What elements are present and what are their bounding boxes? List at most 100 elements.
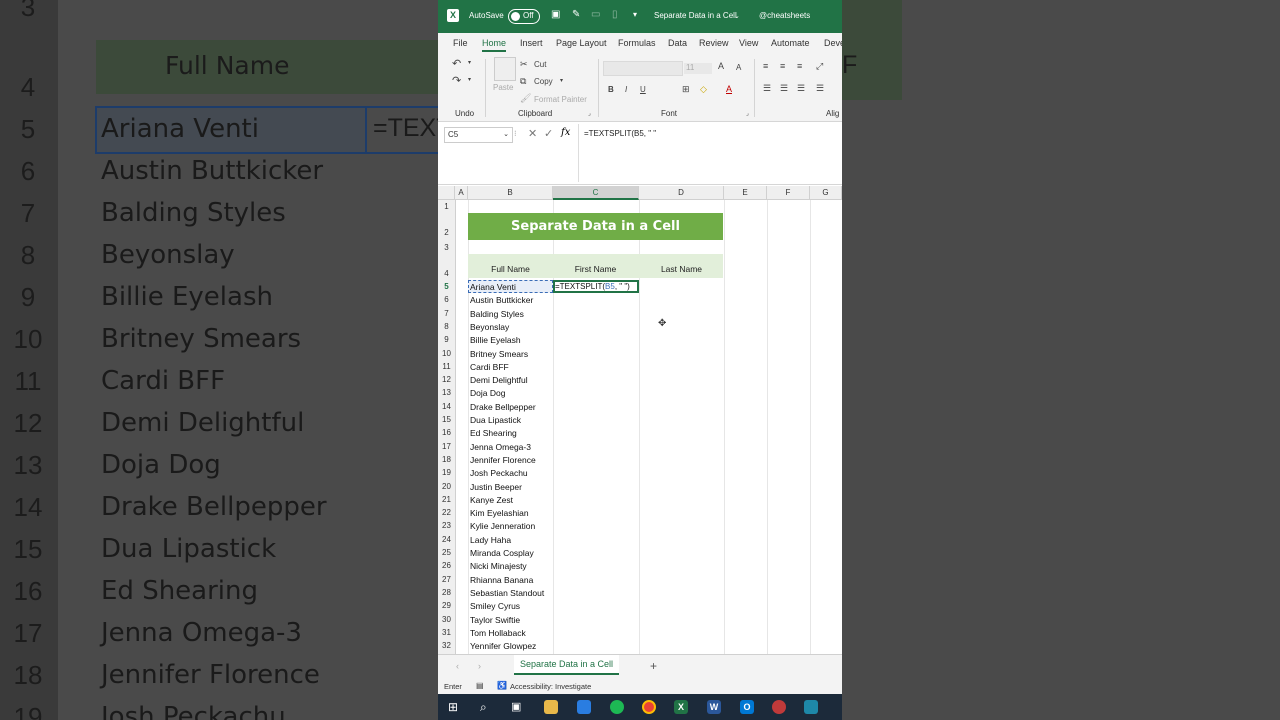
full-name-cell[interactable]: Demi Delightful	[470, 375, 528, 385]
add-sheet-button[interactable]: +	[650, 659, 657, 673]
full-name-cell[interactable]: Ariana Venti	[470, 282, 516, 292]
bold-icon[interactable]: B	[608, 85, 614, 94]
font-name-box[interactable]	[603, 61, 683, 76]
document-icon[interactable]: ▭	[591, 9, 600, 20]
format-painter-icon[interactable]: 🖌	[520, 93, 531, 104]
full-name-cell[interactable]: Tom Hollaback	[470, 628, 526, 638]
align-middle-icon[interactable]: ≡	[780, 61, 785, 71]
task-view-icon[interactable]: ▣	[511, 700, 525, 714]
full-name-cell[interactable]: Kylie Jenneration	[470, 521, 535, 531]
autosave-toggle[interactable]: Off	[508, 9, 540, 24]
full-name-cell[interactable]: Britney Smears	[470, 349, 528, 359]
menu-file[interactable]: File	[453, 38, 468, 48]
spotify-icon[interactable]	[610, 700, 624, 714]
redo-icon[interactable]: ↷	[452, 74, 461, 87]
undo-dropdown-icon[interactable]: ▾	[468, 59, 471, 66]
app-icon[interactable]	[804, 700, 818, 714]
full-name-cell[interactable]: Jennifer Florence	[470, 455, 536, 465]
menu-home[interactable]: Home	[482, 38, 507, 52]
row-header-15[interactable]: 15	[438, 415, 455, 424]
insert-function-icon[interactable]: fx	[561, 127, 570, 138]
align-top-icon[interactable]: ≡	[763, 61, 768, 71]
full-name-cell[interactable]: Drake Bellpepper	[470, 402, 536, 412]
row-header-4[interactable]: 4	[438, 269, 455, 278]
font-color-icon[interactable]: A	[726, 84, 732, 94]
row-header-3[interactable]: 3	[438, 243, 455, 252]
underline-icon[interactable]: U	[640, 85, 646, 94]
row-header-32[interactable]: 32	[438, 641, 455, 650]
column-header-f[interactable]: F	[767, 186, 810, 200]
shrink-font-icon[interactable]: A	[736, 63, 741, 72]
clipboard-launcher-icon[interactable]: ⌟	[588, 110, 591, 117]
column-header-e[interactable]: E	[724, 186, 767, 200]
column-header-d[interactable]: D	[639, 186, 724, 200]
row-header-28[interactable]: 28	[438, 588, 455, 597]
prev-sheet-icon[interactable]: ‹	[456, 661, 459, 671]
column-header-a[interactable]: A	[455, 186, 468, 200]
copy-label[interactable]: Copy	[534, 77, 553, 86]
row-header-10[interactable]: 10	[438, 349, 455, 358]
row-header-20[interactable]: 20	[438, 482, 455, 491]
chrome-icon[interactable]	[642, 700, 656, 714]
full-name-cell[interactable]: Jenna Omega-3	[470, 442, 531, 452]
full-name-cell[interactable]: Smiley Cyrus	[470, 601, 520, 611]
row-header-18[interactable]: 18	[438, 455, 455, 464]
select-all-corner[interactable]	[438, 186, 455, 200]
row-header-21[interactable]: 21	[438, 495, 455, 504]
full-name-cell[interactable]: Josh Peckachu	[470, 468, 528, 478]
name-box[interactable]: C5 ⌄	[444, 127, 513, 143]
full-name-cell[interactable]: Billie Eyelash	[470, 335, 521, 345]
italic-icon[interactable]: I	[625, 85, 627, 94]
row-header-24[interactable]: 24	[438, 535, 455, 544]
full-name-cell[interactable]: Taylor Swiftie	[470, 615, 520, 625]
formula-input[interactable]: =TEXTSPLIT(B5, " "	[584, 129, 656, 138]
row-header-1[interactable]: 1	[438, 202, 455, 211]
align-bottom-icon[interactable]: ≡	[797, 61, 802, 71]
snip-icon[interactable]	[772, 700, 786, 714]
full-name-cell[interactable]: Ed Shearing	[470, 428, 517, 438]
search-icon[interactable]: ⌕	[480, 700, 494, 714]
menu-developer[interactable]: Deve	[824, 38, 842, 48]
excel-icon[interactable]: X	[674, 700, 688, 714]
fill-color-icon[interactable]: ◇	[700, 84, 707, 95]
full-name-cell[interactable]: Beyonslay	[470, 322, 509, 332]
word-icon[interactable]: W	[707, 700, 721, 714]
full-name-cell[interactable]: Doja Dog	[470, 388, 505, 398]
full-name-cell[interactable]: Dua Lipastick	[470, 415, 521, 425]
full-name-cell[interactable]: Sebastian Standout	[470, 588, 544, 598]
full-name-cell[interactable]: Kim Eyelashian	[470, 508, 529, 518]
column-header-g[interactable]: G	[810, 186, 842, 200]
row-header-8[interactable]: 8	[438, 322, 455, 331]
outlook-icon[interactable]: O	[740, 700, 754, 714]
next-sheet-icon[interactable]: ›	[478, 661, 481, 671]
menu-view[interactable]: View	[739, 38, 758, 48]
page-icon[interactable]: ▯	[612, 9, 618, 20]
align-center-icon[interactable]: ☰	[780, 83, 788, 94]
full-name-cell[interactable]: Rhianna Banana	[470, 575, 533, 585]
name-box-dropdown-icon[interactable]: ⌄	[503, 128, 509, 142]
row-header-25[interactable]: 25	[438, 548, 455, 557]
align-left-icon[interactable]: ☰	[763, 83, 771, 94]
menu-data[interactable]: Data	[668, 38, 687, 48]
undo-icon[interactable]: ↶	[452, 57, 461, 70]
full-name-cell[interactable]: Cardi BFF	[470, 362, 509, 372]
accessibility-status[interactable]: Accessibility: Investigate	[510, 682, 591, 691]
save-icon[interactable]: ▣	[551, 9, 560, 20]
row-header-29[interactable]: 29	[438, 601, 455, 610]
column-header-c[interactable]: C	[553, 186, 639, 200]
cancel-icon[interactable]: ✕	[528, 127, 537, 140]
header-full-name[interactable]: Full Name	[468, 264, 553, 274]
row-header-22[interactable]: 22	[438, 508, 455, 517]
row-header-23[interactable]: 23	[438, 521, 455, 530]
grow-font-icon[interactable]: A	[718, 61, 724, 71]
row-header-5[interactable]: 5	[438, 282, 455, 291]
edit-icon[interactable]: ✎	[572, 9, 580, 20]
row-header-14[interactable]: 14	[438, 402, 455, 411]
menu-review[interactable]: Review	[699, 38, 729, 48]
copy-icon[interactable]: ⧉	[520, 76, 526, 87]
borders-icon[interactable]: ⊞	[682, 84, 690, 95]
full-name-cell[interactable]: Lady Haha	[470, 535, 511, 545]
row-header-12[interactable]: 12	[438, 375, 455, 384]
row-header-31[interactable]: 31	[438, 628, 455, 637]
sheet-tab-active[interactable]: Separate Data in a Cell	[514, 655, 620, 675]
